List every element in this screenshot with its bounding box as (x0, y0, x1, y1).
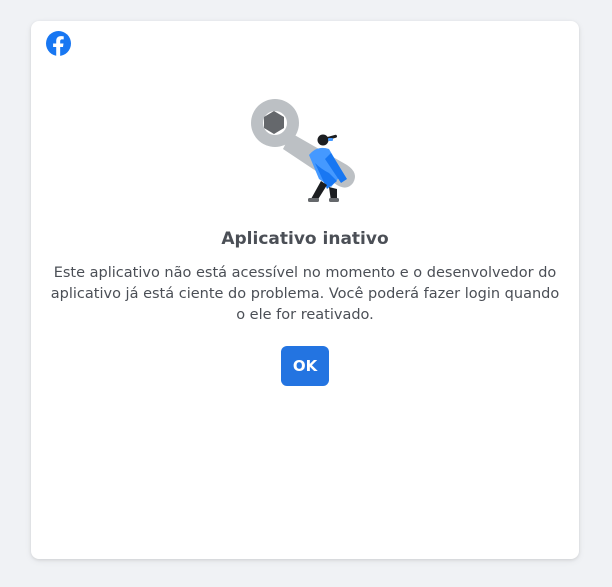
inactive-app-dialog: Aplicativo inativo Este aplicativo não e… (31, 21, 579, 559)
facebook-logo-icon (46, 31, 71, 56)
wrench-maintenance-illustration (251, 99, 355, 202)
dialog-message: Este aplicativo não está acessível no mo… (50, 265, 560, 323)
ok-button[interactable]: OK (281, 346, 329, 386)
dialog-title: Aplicativo inativo (221, 229, 389, 249)
